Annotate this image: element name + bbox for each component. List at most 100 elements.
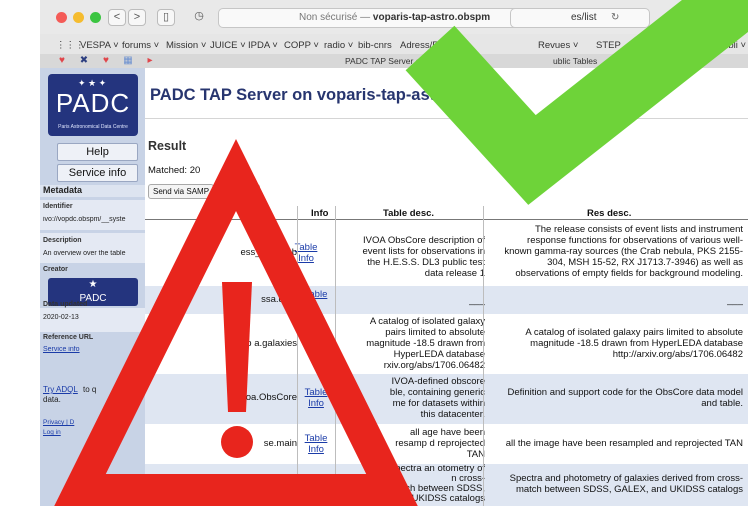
zoom-window-button[interactable]	[90, 12, 101, 23]
chart-icon[interactable]: ▦	[122, 56, 134, 66]
table-desc-line: ble, containing generic	[389, 388, 485, 398]
bookmark-radio[interactable]: radio ˅	[324, 40, 353, 51]
row-table-name: hyp a.galaxies	[236, 339, 297, 349]
insecure-label: Non sécurisé —	[299, 12, 371, 23]
row-table-name: ivoa.ObsCore	[238, 393, 297, 403]
help-button[interactable]: Help	[57, 143, 138, 161]
table-desc-line: me for datasets within	[392, 399, 485, 409]
bookmark-step[interactable]: STEP	[596, 40, 621, 51]
try-adql-link[interactable]: Try ADQL	[43, 385, 78, 394]
creator-label: Creator	[43, 266, 68, 273]
bookmark-revues[interactable]: Revues ˅	[538, 40, 578, 51]
table-desc-line: ___	[469, 296, 485, 306]
res-desc-line: Spectra and photometry of galaxies deriv…	[509, 474, 743, 484]
table-desc-line: all age have been	[409, 428, 485, 438]
query-button[interactable]: Qu	[220, 184, 260, 199]
table-desc-line: n cross-	[451, 474, 485, 484]
bookmark-juice[interactable]: JUICE ˅	[210, 40, 246, 51]
tab-public-tables[interactable]: ublic Tables	[553, 56, 597, 66]
table-desc-line: data release 1	[424, 269, 485, 279]
description-label: Description	[43, 237, 82, 244]
reference-url-label: Reference URL	[43, 334, 94, 341]
bookmarks-bar: ⋮⋮⋮ VESPA ˅ forums ˅ Mission ˅ JUICE ˅ I…	[40, 40, 748, 54]
info-link[interactable]: Info	[301, 480, 331, 491]
table-link[interactable]: Table	[301, 434, 331, 445]
sidebar-toggle-icon[interactable]: ▯	[157, 9, 175, 26]
tab-arrow-icon[interactable]: ▸	[144, 56, 156, 66]
table-link[interactable]: Table	[301, 290, 331, 301]
column-res-desc[interactable]: Res desc.	[587, 208, 631, 219]
info-link[interactable]: Info	[281, 254, 331, 265]
info-link[interactable]: Info	[301, 399, 331, 410]
res-desc-line: match between SDSS, GALEX, and UKIDSS ca…	[515, 485, 743, 495]
bookmark-bibli[interactable]: bibli ˅	[721, 40, 746, 51]
table-row: se.main Table Info all age have been res…	[145, 426, 748, 464]
privacy-link[interactable]: Privacy | D	[43, 419, 74, 426]
bookmark-bib-cnrs[interactable]: bib-cnrs	[358, 40, 392, 51]
address-bar[interactable]: Non sécurisé — voparis-tap-astro.obspm	[218, 8, 548, 28]
logo-text: PADC	[55, 88, 131, 118]
res-desc-line: A catalog of isolated galaxy pairs limit…	[525, 328, 743, 338]
bookmark-ipda[interactable]: IPDA ˅	[248, 40, 278, 51]
service-info-button[interactable]: Service info	[57, 164, 138, 182]
table-desc-line: HyperLEDA database	[393, 350, 485, 360]
column-table-name-2[interactable]: me	[239, 208, 253, 219]
login-link[interactable]: Log in	[43, 429, 61, 436]
table-link[interactable]: Table	[281, 243, 331, 254]
column-info[interactable]: Info	[311, 208, 328, 219]
table-desc-line: magnitude -18.5 drawn from	[366, 339, 485, 349]
res-desc-line: all the image have been resampled and re…	[505, 439, 743, 449]
bookmark-copp[interactable]: COPP ˅	[284, 40, 319, 51]
tab-padc[interactable]: PADC TAP Server on vo	[345, 56, 437, 66]
res-desc-line: http://arxiv.org/abs/1706.06482	[612, 350, 743, 360]
adql-tail-2: data.	[43, 395, 61, 404]
pocket-icon-2[interactable]: ♥	[100, 56, 112, 66]
reload-icon[interactable]: ↻	[611, 9, 619, 27]
reference-url-link[interactable]: Service info	[40, 346, 145, 353]
browser-chrome: < > ▯ ◷ Non sécurisé — voparis-tap-astro…	[40, 0, 748, 68]
description-value: An overview over the table	[43, 250, 126, 257]
main-content: PADC TAP Server on voparis-tap-astro.ol …	[145, 68, 748, 506]
page-title: PADC TAP Server on voparis-tap-astro.ol	[150, 86, 471, 104]
address-tail: es/list	[571, 12, 597, 23]
address-bar-tail[interactable]: es/list ↻	[510, 8, 650, 28]
res-desc-line: response functions for observations of v…	[527, 236, 743, 246]
table-row: ssa.data Table ___ ___	[145, 286, 748, 314]
table-desc-line: IVOA ObsCore description of	[363, 236, 485, 246]
minimize-window-button[interactable]	[73, 12, 84, 23]
table-link[interactable]: Table	[301, 334, 331, 345]
table-row: ivoa.ObsCore Table Info IVOA-defined obs…	[145, 374, 748, 424]
matched-count: Matched: 20	[148, 165, 201, 176]
title-bar: < > ▯ ◷ Non sécurisé — voparis-tap-astro…	[40, 0, 748, 34]
res-desc-line: ___	[727, 296, 743, 306]
tools-icon[interactable]: ✖	[78, 56, 90, 66]
send-via-samp-button[interactable]: Send via SAMP	[148, 184, 215, 199]
close-window-button[interactable]	[56, 12, 67, 23]
column-table-desc[interactable]: Table desc.	[383, 208, 434, 219]
result-heading: Result	[148, 139, 187, 153]
bookmark-mission[interactable]: Mission ˅	[166, 40, 206, 51]
table-row: Info Spectra an otometry of n cross- mat…	[145, 464, 748, 506]
forward-button[interactable]: >	[128, 9, 146, 26]
back-button[interactable]: <	[108, 9, 126, 26]
pocket-icon[interactable]: ♥	[56, 56, 68, 66]
history-icon[interactable]: ◷	[190, 9, 208, 26]
share-icon[interactable]: ⇧	[730, 9, 748, 26]
table-link[interactable]: Table	[301, 388, 331, 399]
bookmark-ques[interactable]: ques ˅	[680, 40, 709, 51]
bookmark-forums[interactable]: forums ˅	[122, 40, 159, 51]
res-desc-line: known gamma-ray sources (the Crab nebula…	[504, 247, 743, 257]
table-desc-line: IVOA-defined obscore	[391, 377, 485, 387]
table-desc-line: A catalog of isolated galaxy	[369, 317, 485, 327]
info-link[interactable]: Info	[301, 445, 331, 456]
info-link[interactable]: Info	[301, 345, 331, 356]
table-desc-line: event lists for observations in	[362, 247, 485, 257]
identifier-label: Identifier	[43, 203, 73, 210]
adql-tail: to q	[83, 385, 97, 394]
bookmark-vespa[interactable]: VESPA ˅	[80, 40, 119, 51]
column-table-name-1[interactable]: Tab	[203, 208, 219, 219]
sidebar: ✦ ★ ✦ PADC Paris Astronomical Data Centr…	[40, 68, 145, 506]
padc-logo[interactable]: ✦ ★ ✦ PADC Paris Astronomical Data Centr…	[48, 74, 138, 136]
table-desc-line: match between SDSS,	[389, 484, 485, 494]
bookmark-adress-rlr[interactable]: Adress/RLR	[400, 40, 451, 51]
